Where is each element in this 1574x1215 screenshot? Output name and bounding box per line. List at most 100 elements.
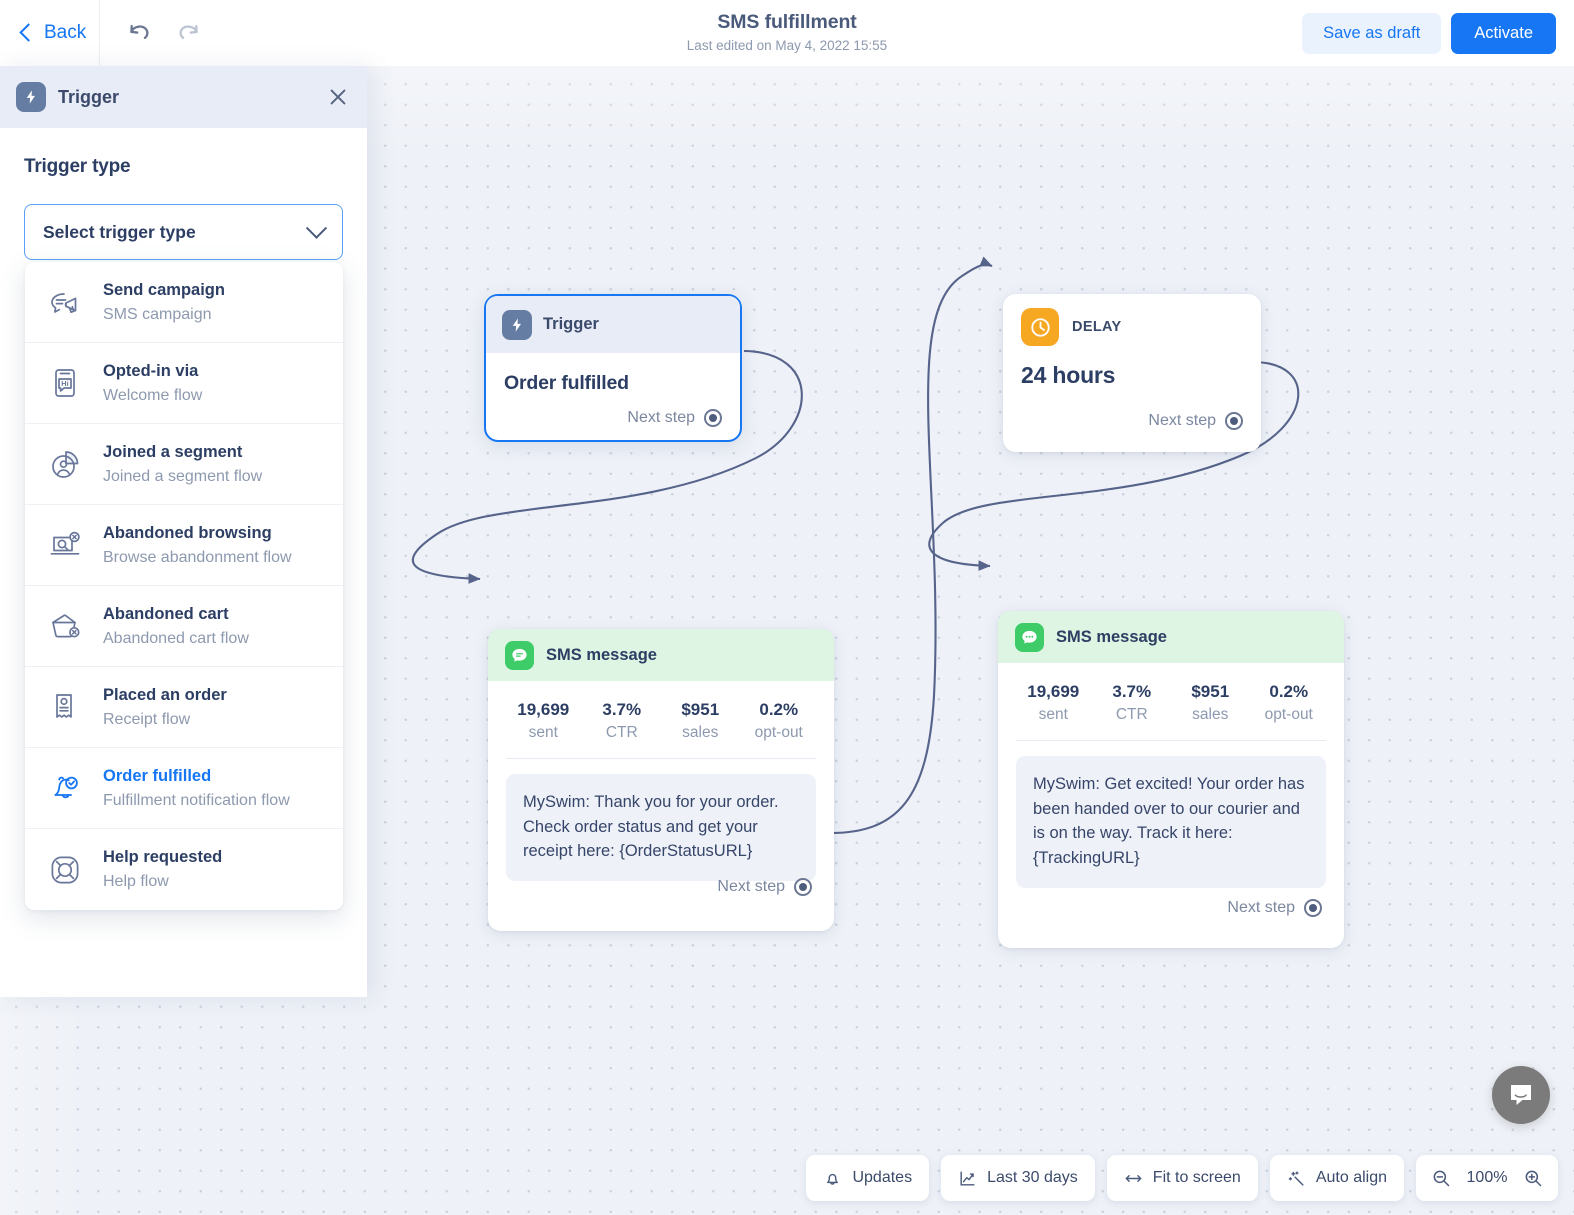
- top-actions: Save as draft Activate: [1302, 13, 1556, 54]
- dropdown-option-title: Abandoned cart: [103, 604, 229, 623]
- stat-label: CTR: [1115, 706, 1148, 723]
- dropdown-option-joined-a-segment[interactable]: Joined a segment Joined a segment flow: [25, 424, 343, 505]
- output-port[interactable]: [1304, 899, 1322, 917]
- stat-label: opt-out: [1264, 706, 1313, 723]
- delay-node-header: DELAY: [1003, 294, 1261, 360]
- receipt-icon: [43, 685, 87, 729]
- output-port[interactable]: [1225, 412, 1243, 430]
- life-ring-icon: [43, 848, 87, 892]
- delay-node-body: 24 hours Next step: [1003, 360, 1261, 430]
- output-port[interactable]: [794, 878, 812, 896]
- auto-align-button[interactable]: Auto align: [1269, 1155, 1404, 1201]
- dropdown-option-send-campaign[interactable]: Send campaign SMS campaign: [25, 262, 343, 343]
- delay-node-value: 24 hours: [1021, 362, 1116, 388]
- pie-chart-person-icon: [43, 442, 87, 486]
- stat-value: 0.2%: [1269, 682, 1309, 701]
- top-toolbar: Back SMS fulfillment Last edited on May …: [0, 0, 1574, 66]
- magic-wand-icon: [1288, 1170, 1304, 1186]
- close-icon[interactable]: [327, 86, 349, 108]
- output-port[interactable]: [704, 409, 722, 427]
- dropdown-option-subtitle: Welcome flow: [103, 386, 203, 404]
- zoom-control: 100%: [1416, 1155, 1558, 1201]
- flow-node-delay[interactable]: DELAY 24 hours Next step: [1003, 294, 1261, 452]
- lightning-bolt-icon: [16, 82, 46, 112]
- sms-message-preview: MySwim: Thank you for your order. Check …: [506, 774, 816, 881]
- dropdown-option-title: Placed an order: [103, 685, 227, 704]
- undo-icon[interactable]: [126, 20, 152, 46]
- panel-header: Trigger: [0, 66, 367, 128]
- sms-node-header: SMS message: [998, 611, 1344, 663]
- dropdown-option-subtitle: SMS campaign: [103, 305, 212, 323]
- speech-bubble-megaphone-icon: [43, 280, 87, 324]
- trigger-node-body: Order fulfilled Next step: [486, 353, 740, 427]
- fit-to-screen-label: Fit to screen: [1152, 1169, 1241, 1186]
- dropdown-option-help-requested[interactable]: Help requested Help flow: [25, 829, 343, 910]
- delay-next-step[interactable]: Next step: [1148, 412, 1243, 430]
- dropdown-option-title: Send campaign: [103, 280, 225, 299]
- stat-value: 3.7%: [1112, 682, 1152, 701]
- chat-launcher-button[interactable]: [1492, 1066, 1550, 1124]
- trigger-type-dropdown[interactable]: Send campaign SMS campaign Hi Opted-in v…: [25, 262, 343, 910]
- stat-sales: $951 sales: [661, 699, 740, 744]
- chevron-left-icon: [19, 23, 38, 42]
- phone-hi-message-icon: Hi: [43, 361, 87, 405]
- sms2-next-step[interactable]: Next step: [1227, 899, 1322, 917]
- trigger-next-step[interactable]: Next step: [627, 409, 722, 427]
- activate-button[interactable]: Activate: [1451, 13, 1556, 54]
- flow-node-trigger[interactable]: Trigger Order fulfilled Next step: [484, 294, 742, 442]
- flow-node-sms-2[interactable]: SMS message 19,699 sent 3.7% CTR $951 sa…: [998, 611, 1344, 948]
- stat-optout: 0.2% opt-out: [1250, 681, 1329, 726]
- trigger-node-header-label: Trigger: [543, 315, 599, 333]
- dropdown-option-title: Joined a segment: [103, 442, 243, 461]
- stat-sent: 19,699 sent: [504, 699, 583, 744]
- back-button[interactable]: Back: [0, 0, 100, 66]
- trigger-type-select[interactable]: Select trigger type: [24, 204, 343, 260]
- lightning-bolt-icon: [502, 309, 532, 340]
- date-range-button[interactable]: Last 30 days: [941, 1155, 1095, 1201]
- dropdown-option-order-fulfilled[interactable]: Order fulfilled Fulfillment notification…: [25, 748, 343, 829]
- stat-sent: 19,699 sent: [1014, 681, 1093, 726]
- dropdown-option-title: Abandoned browsing: [103, 523, 272, 542]
- stat-sales: $951 sales: [1171, 681, 1250, 726]
- trigger-type-heading: Trigger type: [24, 156, 131, 177]
- auto-align-label: Auto align: [1315, 1169, 1387, 1186]
- next-step-label: Next step: [717, 878, 785, 895]
- delay-node-header-label: DELAY: [1072, 319, 1122, 335]
- sms-message-variable[interactable]: {OrderStatusURL}: [619, 842, 752, 860]
- dropdown-option-opted-in-via[interactable]: Hi Opted-in via Welcome flow: [25, 343, 343, 424]
- trigger-type-select-value: Select trigger type: [43, 221, 196, 242]
- redo-icon[interactable]: [176, 20, 202, 46]
- fit-to-screen-button[interactable]: Fit to screen: [1106, 1155, 1258, 1201]
- chevron-down-icon: [305, 217, 328, 239]
- stat-value: 19,699: [1027, 682, 1080, 701]
- sms-message-variable[interactable]: {TrackingURL}: [1033, 849, 1140, 867]
- stat-value: 19,699: [517, 700, 570, 719]
- dropdown-option-subtitle: Abandoned cart flow: [103, 629, 249, 647]
- next-step-label: Next step: [1148, 412, 1216, 429]
- stat-value: $951: [1191, 682, 1230, 701]
- panel-body: Trigger type Select trigger type Send ca…: [0, 128, 367, 910]
- dropdown-option-abandoned-browsing[interactable]: Abandoned browsing Browse abandonment fl…: [25, 505, 343, 586]
- trigger-node-header: Trigger: [486, 296, 740, 353]
- zoom-out-icon[interactable]: [1431, 1168, 1451, 1188]
- svg-text:Hi: Hi: [61, 379, 68, 388]
- bell-icon: [827, 1173, 839, 1185]
- sms1-next-step[interactable]: Next step: [717, 878, 812, 896]
- save-as-draft-button[interactable]: Save as draft: [1302, 13, 1442, 54]
- sms-stats-row: 19,699 sent 3.7% CTR $951 sales 0.2% opt…: [488, 681, 834, 744]
- sms-message-text: MySwim: Get excited! Your order has been…: [1033, 775, 1305, 842]
- divider: [506, 758, 816, 759]
- trigger-node-value: Order fulfilled: [504, 372, 629, 394]
- updates-button[interactable]: Updates: [806, 1155, 930, 1201]
- connector-sms1-to-delay: [827, 256, 993, 835]
- flow-node-sms-1[interactable]: SMS message 19,699 sent 3.7% CTR $951 sa…: [488, 629, 834, 931]
- stat-label: opt-out: [754, 724, 803, 741]
- dropdown-option-subtitle: Help flow: [103, 873, 169, 890]
- stat-ctr: 3.7% CTR: [583, 699, 662, 744]
- dropdown-option-abandoned-cart[interactable]: Abandoned cart Abandoned cart flow: [25, 586, 343, 667]
- sms-node-header-label: SMS message: [546, 645, 657, 664]
- undo-redo-group: [100, 20, 202, 46]
- zoom-in-icon[interactable]: [1523, 1168, 1543, 1188]
- dropdown-option-placed-an-order[interactable]: Placed an order Receipt flow: [25, 667, 343, 748]
- sms-chat-lines-icon: [505, 640, 534, 670]
